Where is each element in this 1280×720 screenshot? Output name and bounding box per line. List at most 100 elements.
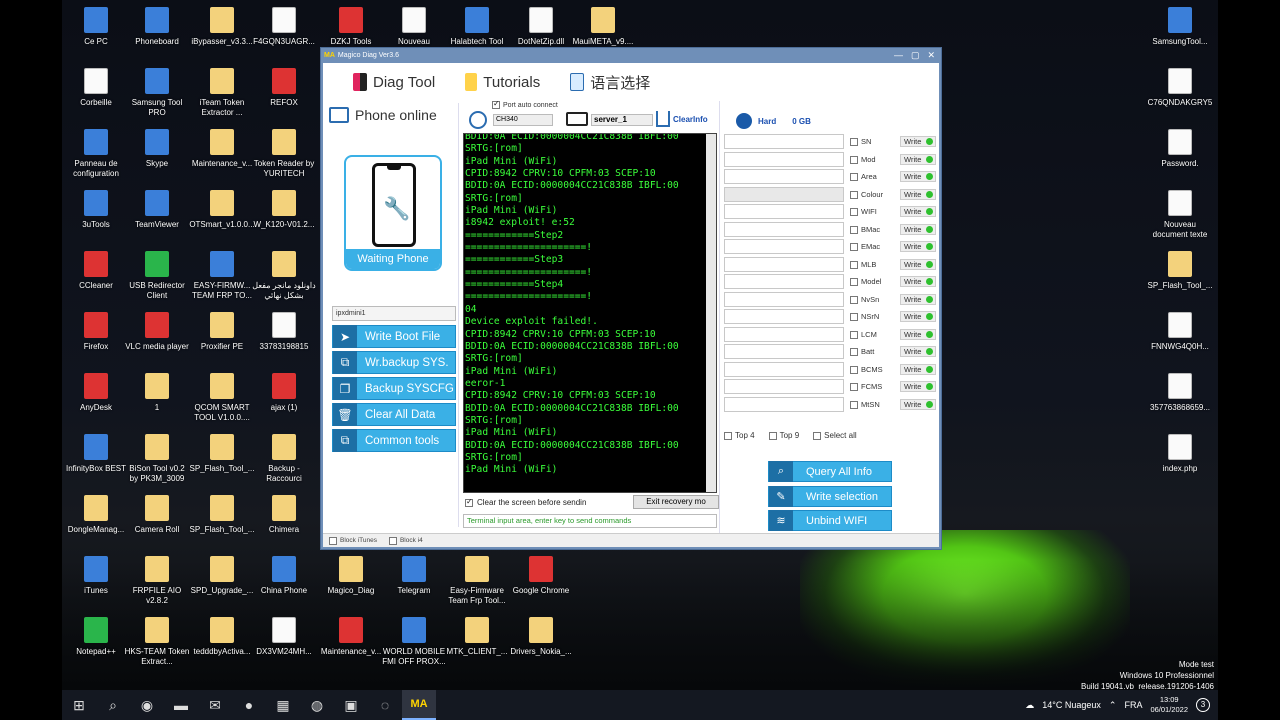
port-select[interactable]: CH340 bbox=[493, 114, 553, 126]
store-icon[interactable]: ▦ bbox=[266, 690, 300, 720]
field-checkbox[interactable] bbox=[850, 313, 858, 321]
write-button[interactable]: Write bbox=[900, 241, 936, 252]
file-explorer-icon[interactable]: ▬ bbox=[164, 690, 198, 720]
desktop-icon[interactable]: DZKJ Tools bbox=[318, 7, 384, 47]
desktop-icon[interactable]: Nouveau document texte bbox=[1147, 190, 1213, 240]
search-icon[interactable]: ⌕ bbox=[96, 690, 130, 720]
write-button[interactable]: Write bbox=[900, 188, 936, 200]
block-i4-checkbox[interactable]: Block i4 bbox=[388, 536, 423, 545]
desktop-icon[interactable]: Panneau de configuration bbox=[63, 129, 129, 179]
desktop-icon[interactable]: 3uTools bbox=[63, 190, 129, 230]
field-checkbox[interactable] bbox=[850, 173, 858, 181]
desktop-icon[interactable]: Password. bbox=[1147, 129, 1213, 169]
desktop-icon[interactable]: EASY-FIRMW... TEAM FRP TO... bbox=[189, 251, 255, 301]
field-checkbox[interactable] bbox=[850, 278, 858, 286]
terminal-input[interactable]: Terminal input area, enter key to send c… bbox=[463, 514, 717, 528]
field-checkbox[interactable] bbox=[850, 208, 858, 216]
field-input[interactable] bbox=[724, 134, 844, 149]
write-button[interactable]: Write bbox=[900, 258, 936, 270]
desktop-icon[interactable]: Chimera bbox=[251, 495, 317, 535]
window-titlebar[interactable]: MA Magico Diag Ver3.6 — ▢ ✕ bbox=[321, 48, 941, 63]
field-checkbox[interactable] bbox=[850, 383, 858, 391]
field-input[interactable] bbox=[724, 379, 844, 394]
desktop-icon[interactable]: Google Chrome bbox=[508, 556, 574, 596]
write-button[interactable]: Write bbox=[900, 223, 936, 235]
exit-recovery-button[interactable]: Exit recovery mo bbox=[633, 495, 719, 509]
write-boot-file-button[interactable]: ➤ Write Boot File bbox=[332, 325, 456, 348]
write-button[interactable]: Write bbox=[900, 276, 936, 287]
server-select[interactable]: server_1 bbox=[591, 114, 653, 126]
menu-diag-tool[interactable]: Diag Tool bbox=[353, 73, 435, 91]
desktop-icon[interactable]: InfinityBox BEST bbox=[63, 434, 129, 474]
field-input[interactable] bbox=[724, 169, 844, 184]
desktop-icon[interactable]: QCOM SMART TOOL V1.0.0.... bbox=[189, 373, 255, 423]
desktop-icon[interactable]: SP_Flash_Tool_... bbox=[189, 434, 255, 474]
desktop-icon[interactable]: 1 bbox=[124, 373, 190, 413]
desktop-icon[interactable]: Nouveau bbox=[381, 7, 447, 47]
desktop-icon[interactable]: W_K120-V01.2... bbox=[251, 190, 317, 230]
desktop-icon[interactable]: DotNetZip.dll bbox=[508, 7, 574, 47]
close-button[interactable]: ✕ bbox=[927, 48, 935, 63]
desktop-icon[interactable]: iTunes bbox=[63, 556, 129, 596]
field-checkbox[interactable] bbox=[850, 243, 858, 251]
clear-all-data-button[interactable]: 🗑 Clear All Data bbox=[332, 403, 456, 426]
desktop-icon[interactable]: VLC media player bbox=[124, 312, 190, 352]
desktop-icon[interactable]: REFOX bbox=[251, 68, 317, 108]
query-all-info-button[interactable]: ⌕ Query All Info bbox=[768, 461, 892, 482]
menu-tutorials[interactable]: Tutorials bbox=[465, 73, 540, 91]
desktop-icon[interactable]: Maintenance_v... bbox=[189, 129, 255, 169]
desktop-icon[interactable]: Token Reader by YURITECH bbox=[251, 129, 317, 179]
desktop-icon[interactable]: Camera Roll bbox=[124, 495, 190, 535]
edge-icon[interactable]: ◉ bbox=[130, 690, 164, 720]
desktop-icon[interactable]: Phoneboard bbox=[124, 7, 190, 47]
port-auto-connect-checkbox[interactable]: Port auto connect bbox=[492, 99, 558, 109]
weather-text[interactable]: 14°C Nuageux bbox=[1042, 700, 1101, 710]
field-checkbox[interactable] bbox=[850, 295, 858, 304]
desktop-icon[interactable]: CCleaner bbox=[63, 251, 129, 291]
terminal-output[interactable]: BDID:0A ECID:0000004CC21C838B IBFL:00 SRT… bbox=[463, 133, 717, 493]
minimize-button[interactable]: — bbox=[894, 48, 903, 63]
desktop-icon[interactable]: Easy-Firmware Team Frp Tool... bbox=[444, 556, 510, 606]
magico-taskbar-button[interactable]: MA bbox=[402, 690, 436, 720]
field-checkbox[interactable] bbox=[850, 260, 858, 269]
desktop-icon[interactable]: China Phone bbox=[251, 556, 317, 596]
menu-language[interactable]: 语言选择 bbox=[570, 72, 650, 93]
3utools-icon[interactable]: ▣ bbox=[334, 690, 368, 720]
field-input[interactable] bbox=[724, 309, 844, 324]
desktop-icon[interactable]: Skype bbox=[124, 129, 190, 169]
clock[interactable]: 13:09 06/01/2022 bbox=[1150, 695, 1188, 715]
desktop-icon[interactable]: Corbeille bbox=[63, 68, 129, 108]
desktop-icon[interactable]: WORLD MOBILE FMI OFF PROX... bbox=[381, 617, 447, 667]
field-input[interactable] bbox=[724, 291, 844, 307]
desktop-icon[interactable]: Drivers_Nokia_... bbox=[508, 617, 574, 657]
desktop-icon[interactable]: Proxifier PE bbox=[189, 312, 255, 352]
top9-checkbox[interactable]: Top 9 bbox=[768, 431, 799, 440]
unbind-wifi-button[interactable]: ≋ Unbind WIFI bbox=[768, 510, 892, 531]
field-checkbox[interactable] bbox=[850, 365, 858, 374]
field-checkbox[interactable] bbox=[850, 400, 858, 409]
field-input[interactable] bbox=[724, 151, 844, 167]
desktop-icon[interactable]: Firefox bbox=[63, 312, 129, 352]
app-icon[interactable]: ● bbox=[232, 690, 266, 720]
desktop-icon[interactable]: SPD_Upgrade_... bbox=[189, 556, 255, 596]
desktop-icon[interactable]: MTK_CLIENT_... bbox=[444, 617, 510, 657]
maximize-button[interactable]: ▢ bbox=[911, 48, 920, 63]
desktop-icon[interactable]: F4GQN3UAGR... bbox=[251, 7, 317, 47]
desktop-icon[interactable]: Ce PC bbox=[63, 7, 129, 47]
desktop-icon[interactable]: Halabtech Tool bbox=[444, 7, 510, 47]
desktop-icon[interactable]: FNNWG4Q0H... bbox=[1147, 312, 1213, 352]
desktop-icon[interactable]: C76QNDAKGRY5 bbox=[1147, 68, 1213, 108]
desktop-icon[interactable]: OTSmart_v1.0.0... bbox=[189, 190, 255, 230]
field-input[interactable] bbox=[724, 361, 844, 377]
desktop-icon[interactable]: SamsungTool... bbox=[1147, 7, 1213, 47]
field-input[interactable] bbox=[724, 326, 844, 342]
write-selection-button[interactable]: ✎ Write selection bbox=[768, 486, 892, 507]
write-button[interactable]: Write bbox=[900, 171, 936, 182]
desktop-icon[interactable]: HKS-TEAM Token Extract... bbox=[124, 617, 190, 667]
desktop-icon[interactable]: 357763868659... bbox=[1147, 373, 1213, 413]
top4-checkbox[interactable]: Top 4 bbox=[724, 431, 755, 440]
desktop-icon[interactable]: tedddbyActiva... bbox=[189, 617, 255, 657]
lang-indicator[interactable]: FRA bbox=[1124, 700, 1142, 710]
desktop-icon[interactable]: iTeam Token Extractor ... bbox=[189, 68, 255, 118]
desktop-icon[interactable]: 33783198815 bbox=[251, 312, 317, 352]
